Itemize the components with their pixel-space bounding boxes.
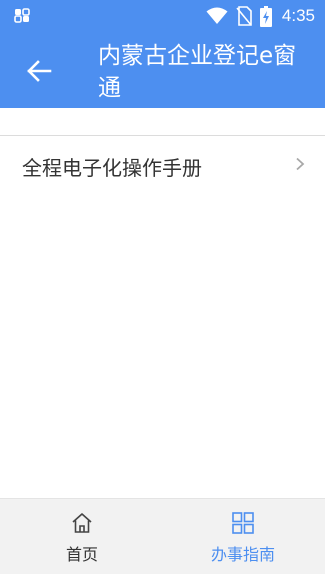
app-header: 4:35 内蒙古企业登记e窗通 xyxy=(0,0,325,108)
app-screen: 4:35 内蒙古企业登记e窗通 全程电子化操作手册 首页 办事指南 xyxy=(0,0,325,574)
status-time: 4:35 xyxy=(281,6,315,25)
no-sim-icon xyxy=(236,6,252,26)
battery-charging-icon xyxy=(259,5,272,27)
chevron-right-icon xyxy=(296,157,305,171)
tab-home[interactable]: 首页 xyxy=(37,499,127,574)
back-button[interactable] xyxy=(22,56,56,86)
wifi-icon xyxy=(206,7,228,24)
tab-home-label: 首页 xyxy=(65,545,98,564)
list-item[interactable]: 全程电子化操作手册 xyxy=(0,136,325,194)
status-bar: 4:35 xyxy=(0,0,325,32)
notification-icon xyxy=(14,8,30,23)
page-title: 内蒙古企业登记e窗通 xyxy=(98,43,297,101)
tab-guide-label: 办事指南 xyxy=(210,545,275,564)
bottom-nav: 首页 办事指南 xyxy=(0,498,325,574)
home-icon xyxy=(72,513,92,533)
grid-icon xyxy=(232,512,254,534)
tab-guide[interactable]: 办事指南 xyxy=(198,499,288,574)
list-item-label: 全程电子化操作手册 xyxy=(22,156,202,180)
arrow-left-icon xyxy=(27,60,52,82)
status-icons: 4:35 xyxy=(206,5,315,27)
